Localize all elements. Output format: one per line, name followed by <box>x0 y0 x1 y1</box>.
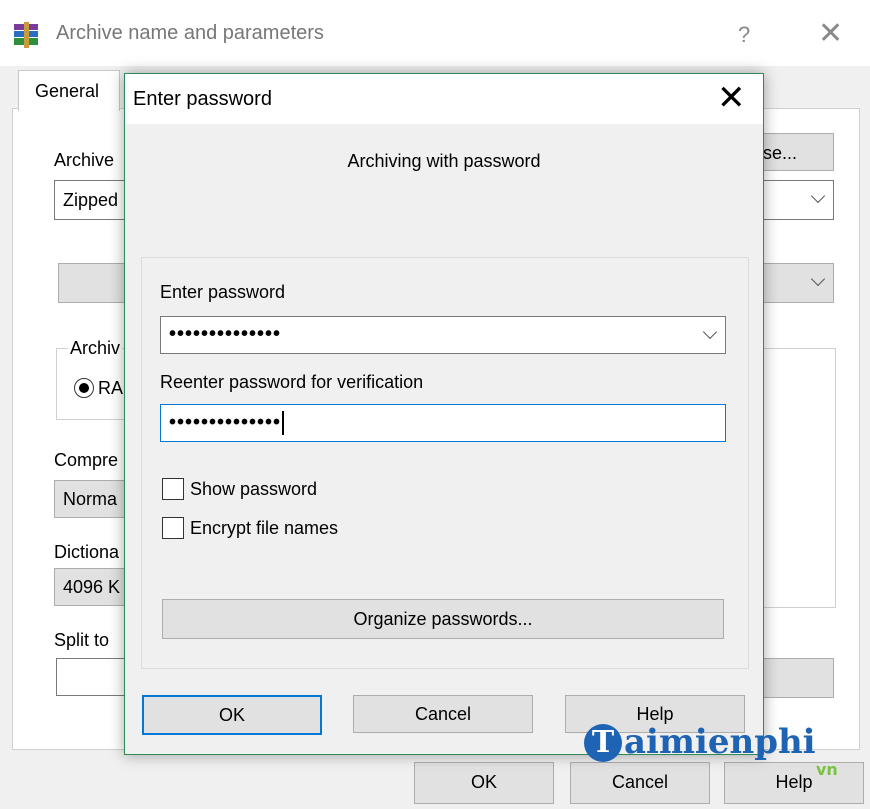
dialog-title: Enter password <box>133 88 272 110</box>
watermark-logo-icon: T <box>584 724 622 762</box>
watermark-suffix: vn <box>816 760 838 779</box>
chevron-down-icon <box>810 271 826 287</box>
reenter-password-label: Reenter password for verification <box>160 372 424 392</box>
archive-name-value: Zipped <box>63 190 119 210</box>
dialog-heading: Archiving with password <box>347 151 541 171</box>
bg-ok-button[interactable]: OK <box>414 762 554 804</box>
archive-name-label: Archive <box>54 150 115 170</box>
archiving-options-group <box>760 348 836 608</box>
password-value: •••••••••••••• <box>169 323 282 345</box>
dialog-titlebar: Enter password ✕ <box>125 74 763 124</box>
archive-format-label: Archiv <box>68 338 123 359</box>
show-password-label[interactable]: Show password <box>190 479 317 500</box>
show-password-checkbox[interactable] <box>162 478 184 500</box>
help-button-label: Help <box>636 704 674 724</box>
rar-radio-label: RA <box>98 378 124 398</box>
compression-label: Compre <box>54 450 119 470</box>
set-password-button[interactable] <box>760 658 834 698</box>
encrypt-file-names-checkbox[interactable] <box>162 517 184 539</box>
archive-name-dropdown[interactable] <box>760 180 834 220</box>
organize-passwords-label: Organize passwords... <box>353 609 533 629</box>
profiles-dropdown[interactable] <box>760 263 834 303</box>
reenter-password-value: •••••••••••••• <box>169 411 282 434</box>
taimienphi-watermark: T aimienphi vn <box>580 722 870 809</box>
reenter-password-input[interactable]: •••••••••••••• <box>160 404 726 442</box>
encrypt-file-names-label[interactable]: Encrypt file names <box>190 518 338 539</box>
password-input[interactable]: •••••••••••••• <box>160 316 726 354</box>
archive-window-titlebar: Archive name and parameters ? ✕ <box>0 0 870 66</box>
watermark-text: aimienphi <box>624 722 816 762</box>
enter-password-dialog: Enter password ✕ Archiving with password… <box>124 73 764 755</box>
cancel-button-label: Cancel <box>414 704 472 724</box>
organize-passwords-button[interactable]: Organize passwords... <box>162 599 724 639</box>
bg-ok-label: OK <box>470 772 497 792</box>
tab-general-label: General <box>35 81 100 101</box>
compression-value: Norma <box>63 489 118 509</box>
enter-password-label: Enter password <box>160 282 286 302</box>
tab-general[interactable]: General <box>18 70 120 111</box>
browse-button-label: se... <box>763 143 798 163</box>
chevron-down-icon <box>810 188 826 204</box>
reenter-password-display: •••••••••••••• <box>169 411 285 435</box>
radio-dot-icon <box>79 383 89 393</box>
chevron-down-icon[interactable] <box>702 324 718 340</box>
close-icon[interactable]: ✕ <box>717 78 746 118</box>
ok-button[interactable]: OK <box>142 695 322 735</box>
help-icon[interactable]: ? <box>738 22 750 48</box>
browse-button[interactable]: se... <box>760 133 834 171</box>
text-caret <box>282 411 285 435</box>
split-label: Split to <box>54 630 110 650</box>
dictionary-label: Dictiona <box>54 542 120 562</box>
archive-window-title: Archive name and parameters <box>56 22 324 44</box>
ok-button-label: OK <box>218 705 245 725</box>
close-icon[interactable]: ✕ <box>818 16 843 51</box>
dictionary-value: 4096 K <box>63 577 121 597</box>
cancel-button[interactable]: Cancel <box>353 695 533 733</box>
rar-radio[interactable] <box>74 378 94 398</box>
winrar-app-icon <box>14 22 38 48</box>
